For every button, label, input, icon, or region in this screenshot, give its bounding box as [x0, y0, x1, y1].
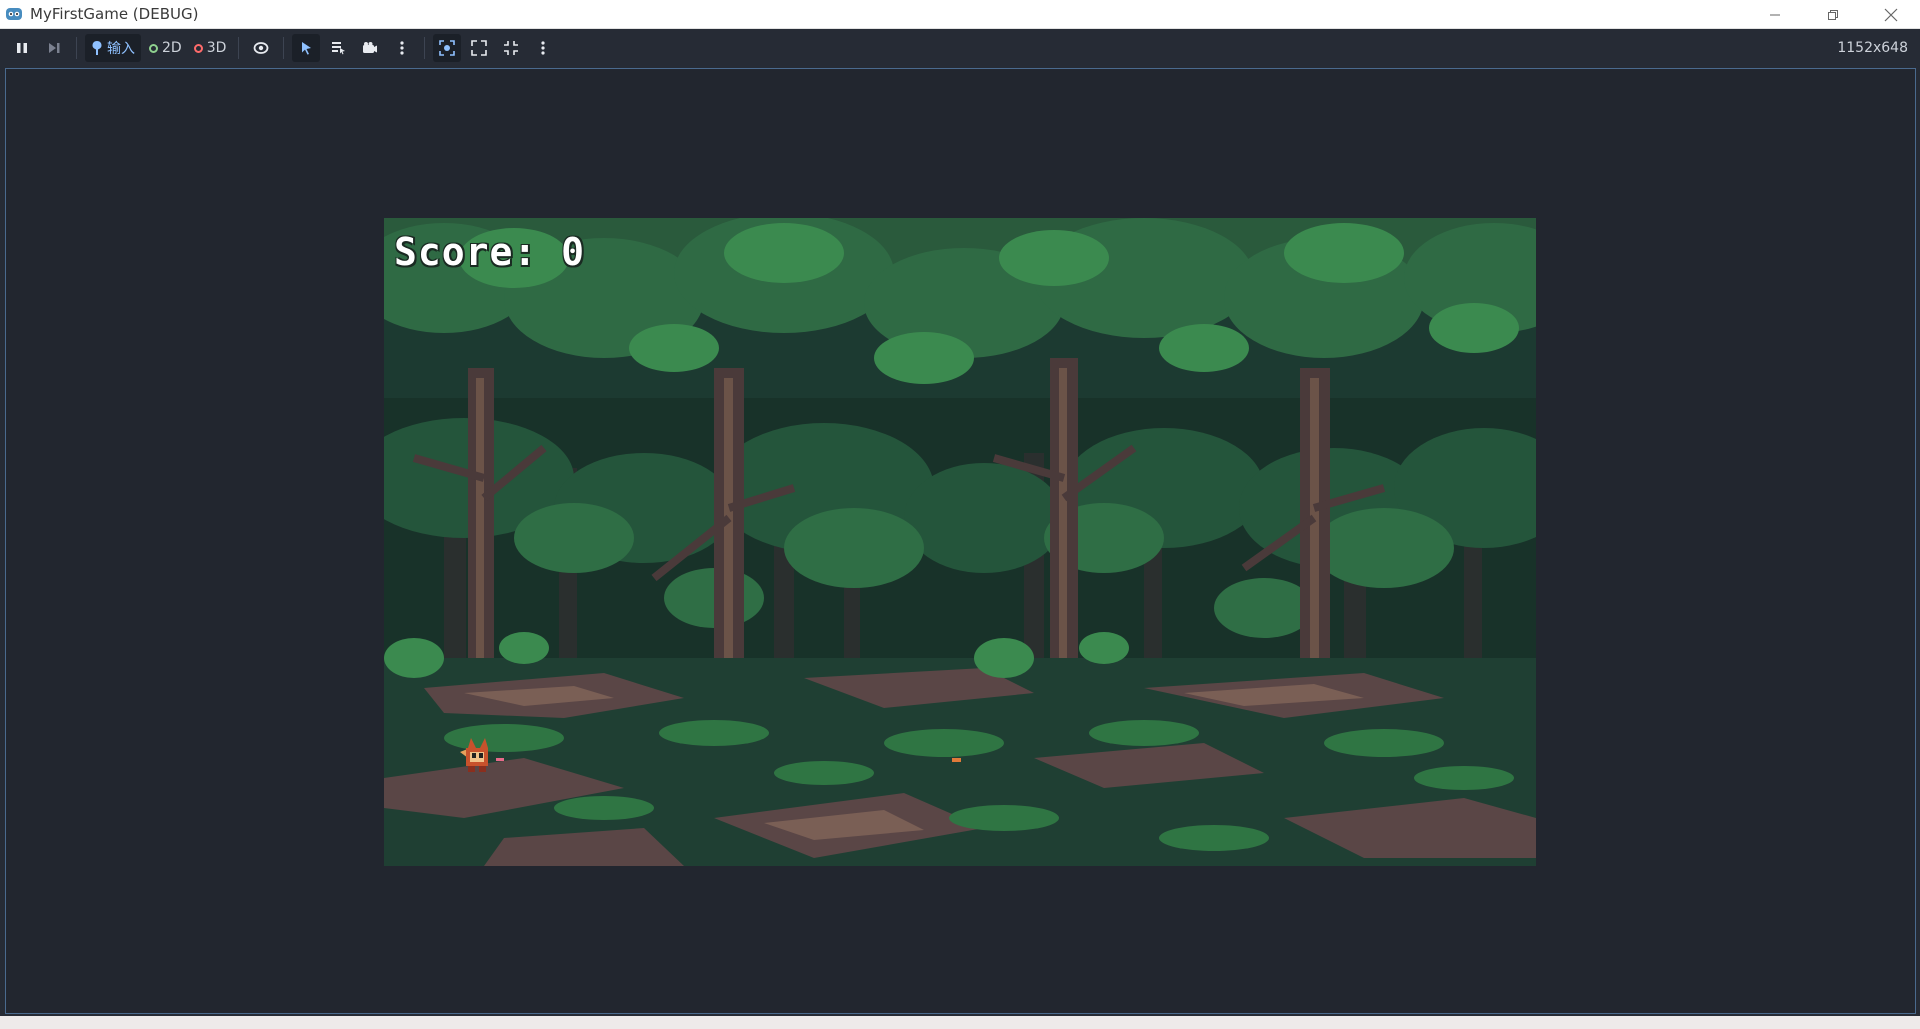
debug-toolbar: 输入 2D 3D 1152x648 — [0, 29, 1920, 67]
input-toggle-button[interactable]: 输入 — [85, 34, 141, 62]
restore-button[interactable] — [1804, 0, 1862, 29]
camera-button[interactable] — [356, 34, 384, 62]
pause-icon — [17, 43, 27, 53]
more-icon — [541, 41, 545, 55]
forest-background — [384, 218, 1536, 866]
expand-icon — [504, 41, 519, 55]
fullscreen-button[interactable] — [465, 34, 493, 62]
camera-icon — [363, 42, 378, 53]
mode-3d-label: 3D — [206, 40, 227, 56]
toolbar-separator — [76, 37, 77, 59]
player-fox-sprite — [460, 738, 504, 772]
more-options-button[interactable] — [388, 34, 416, 62]
select-arrow-icon — [302, 42, 312, 55]
close-button[interactable] — [1862, 0, 1920, 29]
coin-item — [952, 758, 961, 762]
score-label: Score: 0 — [394, 230, 586, 274]
taskbar-strip — [0, 1016, 1920, 1029]
more-icon — [400, 41, 404, 55]
visibility-button[interactable] — [247, 34, 275, 62]
window-title-bar: MyFirstGame (DEBUG) — [0, 0, 1920, 29]
pause-button[interactable] — [8, 34, 36, 62]
2d-dot-icon — [149, 43, 158, 53]
3d-dot-icon — [193, 43, 203, 53]
toolbar-separator — [283, 37, 285, 59]
minimize-icon — [1770, 14, 1780, 15]
mode-3d-button[interactable]: 3D — [190, 34, 231, 62]
input-label: 输入 — [107, 41, 135, 57]
window-title: MyFirstGame (DEBUG) — [30, 5, 199, 23]
minimize-button[interactable] — [1746, 0, 1804, 29]
input-icon — [92, 41, 102, 55]
next-frame-button[interactable] — [40, 34, 68, 62]
fullscreen-icon — [471, 40, 488, 56]
mode-2d-button[interactable]: 2D — [145, 34, 186, 62]
list-select-icon — [332, 42, 346, 55]
camera-override-button[interactable] — [433, 34, 462, 62]
godot-icon — [6, 8, 22, 20]
toolbar-separator — [238, 37, 240, 59]
select-mode-button[interactable] — [292, 34, 321, 62]
game-canvas[interactable]: Score: 0 — [384, 218, 1536, 866]
more-options-button-2[interactable] — [529, 34, 557, 62]
mode-2d-label: 2D — [162, 40, 182, 56]
list-select-button[interactable] — [324, 34, 352, 62]
resolution-label: 1152x648 — [1837, 40, 1908, 56]
eye-icon — [253, 42, 269, 54]
close-icon — [1884, 8, 1898, 21]
toolbar-separator — [424, 37, 426, 59]
camera-override-icon — [439, 40, 456, 56]
expand-button[interactable] — [497, 34, 525, 62]
step-icon — [49, 43, 60, 53]
restore-icon — [1828, 9, 1838, 20]
